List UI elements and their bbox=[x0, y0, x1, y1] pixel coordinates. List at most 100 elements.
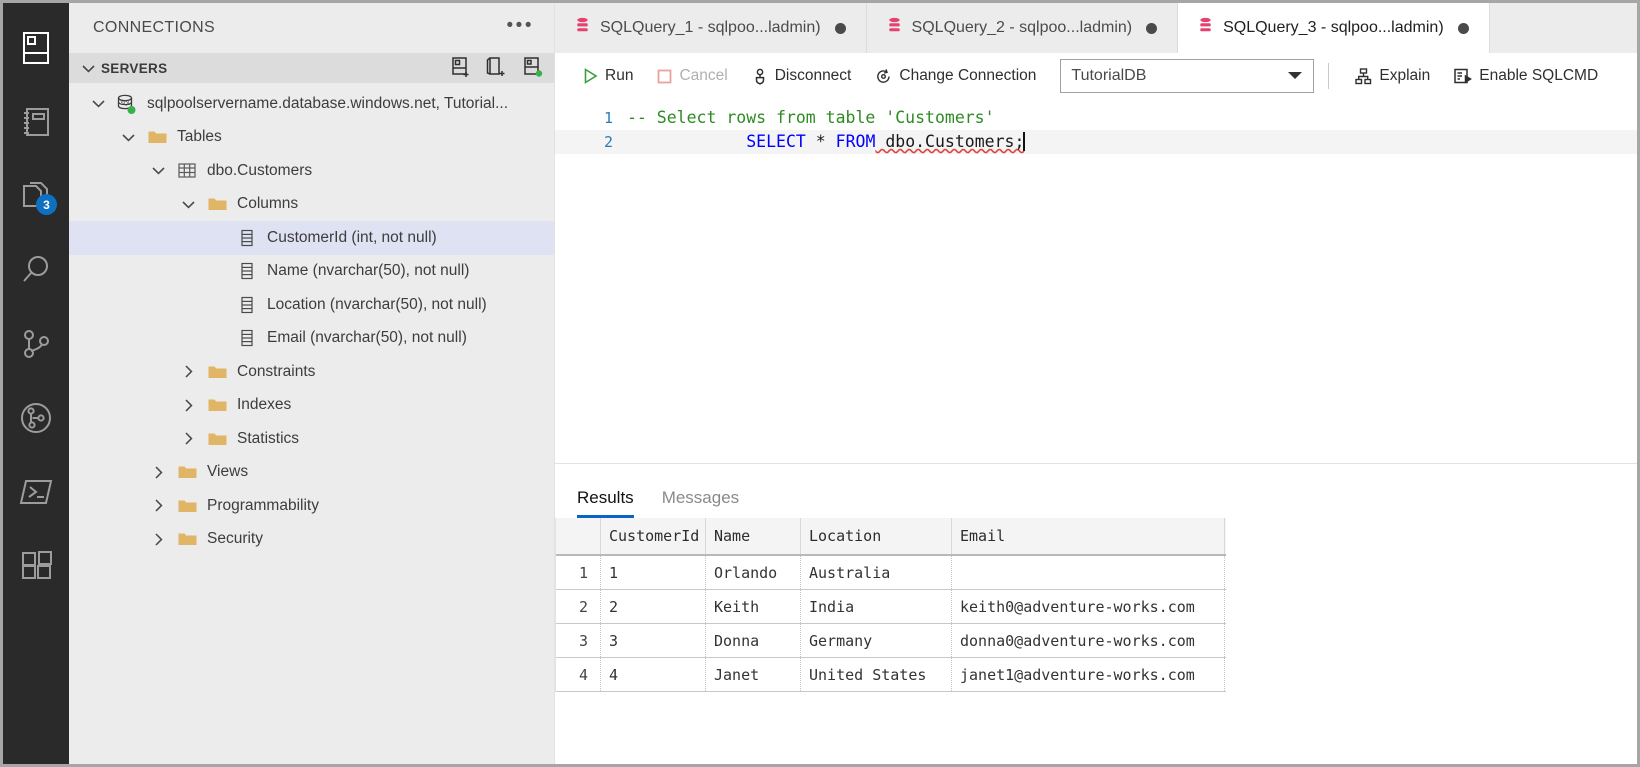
editor-tab[interactable]: SQLQuery_3 - sqlpoo...ladmin) bbox=[1178, 3, 1490, 53]
activity-terminal-icon[interactable] bbox=[3, 455, 69, 529]
table-cell[interactable]: Donna bbox=[706, 624, 801, 657]
change-connection-label: Change Connection bbox=[899, 67, 1037, 84]
activity-notebooks-icon[interactable] bbox=[3, 85, 69, 159]
table-cell[interactable]: 4 bbox=[601, 658, 706, 691]
editor-scrollbar[interactable] bbox=[1627, 150, 1637, 463]
column-header[interactable]: Location bbox=[801, 518, 952, 554]
table-cell[interactable]: 2 bbox=[601, 590, 706, 623]
tree-item-label: Location (nvarchar(50), not null) bbox=[267, 295, 487, 313]
table-cell[interactable] bbox=[952, 556, 1225, 589]
tree-item[interactable]: dbo.Customers bbox=[69, 154, 554, 188]
new-query-icon[interactable] bbox=[486, 56, 508, 81]
chevron-down-icon[interactable] bbox=[173, 200, 203, 209]
sql-editor[interactable]: 1 -- Select rows from table 'Customers' … bbox=[555, 100, 1637, 463]
disconnect-button[interactable]: Disconnect bbox=[740, 60, 864, 92]
activity-extensions-icon[interactable] bbox=[3, 529, 69, 603]
table-cell[interactable]: 1 bbox=[601, 556, 706, 589]
activity-explorer-icon[interactable]: 3 bbox=[3, 159, 69, 233]
table-cell[interactable]: Australia bbox=[801, 556, 952, 589]
column-header[interactable] bbox=[556, 518, 601, 554]
column-header[interactable]: Name bbox=[706, 518, 801, 554]
tree-item[interactable]: CustomerId (int, not null) bbox=[69, 221, 554, 255]
servers-actions bbox=[450, 56, 548, 81]
table-cell[interactable]: keith0@adventure-works.com bbox=[952, 590, 1225, 623]
column-header[interactable]: Email bbox=[952, 518, 1225, 554]
unsaved-dot-icon[interactable] bbox=[1146, 22, 1158, 34]
change-connection-button[interactable]: Change Connection bbox=[863, 60, 1048, 92]
table-row[interactable]: 1 1 Orlando Australia bbox=[556, 556, 1226, 590]
query-file-icon bbox=[1198, 17, 1213, 40]
tree-item[interactable]: Name (nvarchar(50), not null) bbox=[69, 255, 554, 289]
tree-item[interactable]: Columns bbox=[69, 188, 554, 222]
disconnect-label: Disconnect bbox=[774, 67, 852, 84]
activity-connections-icon[interactable] bbox=[3, 11, 69, 85]
database-dropdown[interactable]: TutorialDB bbox=[1060, 59, 1315, 93]
tree-item[interactable]: Indexes bbox=[69, 389, 554, 423]
results-grid[interactable]: CustomerId Name Location Email 1 1 Orlando Aus… bbox=[555, 518, 1226, 692]
table-cell[interactable]: janet1@adventure-works.com bbox=[952, 658, 1225, 691]
enable-sqlcmd-button[interactable]: Enable SQLCMD bbox=[1442, 60, 1610, 92]
results-tab[interactable]: Messages bbox=[662, 488, 739, 518]
table-row[interactable]: 4 4 Janet United States janet1@adventure-wor… bbox=[556, 658, 1226, 692]
activity-source-control-icon[interactable] bbox=[3, 307, 69, 381]
chevron-right-icon[interactable] bbox=[173, 432, 203, 445]
explain-button[interactable]: Explain bbox=[1343, 60, 1442, 92]
tree-item[interactable]: Views bbox=[69, 456, 554, 490]
table-cell[interactable]: donna0@adventure-works.com bbox=[952, 624, 1225, 657]
column-header[interactable]: CustomerId bbox=[601, 518, 706, 554]
editor-tab[interactable]: SQLQuery_1 - sqlpoo...ladmin) bbox=[555, 3, 867, 53]
sqldatastudio-window: 3 CONNECTIONS ••• SERVERS SQL sqlpoolser… bbox=[0, 0, 1640, 767]
chevron-down-icon[interactable] bbox=[113, 133, 143, 142]
editor-tab[interactable]: SQLQuery_2 - sqlpoo...ladmin) bbox=[866, 3, 1179, 53]
chevron-right-icon[interactable] bbox=[143, 499, 173, 512]
tree-item[interactable]: Location (nvarchar(50), not null) bbox=[69, 288, 554, 322]
run-button[interactable]: Run bbox=[571, 60, 645, 92]
code-line-2: 2 SELECT * FROM dbo.Customers; bbox=[555, 130, 1637, 154]
unsaved-dot-icon[interactable] bbox=[1457, 22, 1469, 34]
row-number: 3 bbox=[556, 624, 601, 657]
table-cell[interactable]: United States bbox=[801, 658, 952, 691]
chevron-down-icon[interactable] bbox=[143, 166, 173, 175]
tree-item[interactable]: Statistics bbox=[69, 422, 554, 456]
unsaved-dot-icon[interactable] bbox=[834, 22, 846, 34]
tree-item[interactable]: Programmability bbox=[69, 489, 554, 523]
results-tab[interactable]: Results bbox=[577, 488, 634, 518]
column-icon bbox=[233, 229, 261, 247]
tree-item[interactable]: Email (nvarchar(50), not null) bbox=[69, 322, 554, 356]
tree-item-label: Views bbox=[207, 463, 249, 481]
tree-item-label: Indexes bbox=[237, 396, 292, 414]
table-cell[interactable]: Janet bbox=[706, 658, 801, 691]
cancel-button[interactable]: Cancel bbox=[645, 60, 739, 92]
row-number: 4 bbox=[556, 658, 601, 691]
table-row[interactable]: 3 3 Donna Germany donna0@adventure-works.com bbox=[556, 624, 1226, 658]
tree-item[interactable]: Security bbox=[69, 523, 554, 557]
plug-icon bbox=[755, 68, 764, 85]
servers-section-header[interactable]: SERVERS bbox=[69, 53, 554, 83]
activity-search-icon[interactable] bbox=[3, 233, 69, 307]
enable-sqlcmd-label: Enable SQLCMD bbox=[1479, 67, 1599, 84]
sidebar-title-label: CONNECTIONS bbox=[93, 19, 216, 36]
sidebar-more-icon[interactable]: ••• bbox=[507, 16, 534, 41]
table-cell[interactable]: Orlando bbox=[706, 556, 801, 589]
tree-item[interactable]: Tables bbox=[69, 121, 554, 155]
chevron-right-icon[interactable] bbox=[143, 533, 173, 546]
tree-item[interactable]: Constraints bbox=[69, 355, 554, 389]
chevron-right-icon[interactable] bbox=[143, 466, 173, 479]
tree-item[interactable]: SQL sqlpoolservername.database.windows.ne… bbox=[69, 87, 554, 121]
sql-star: * bbox=[805, 132, 836, 151]
table-row[interactable]: 2 2 Keith India keith0@adventure-works.com bbox=[556, 590, 1226, 624]
results-grid-body: 1 1 Orlando Australia 2 2 Keith India keith0@adv… bbox=[556, 556, 1226, 692]
activity-git-graph-icon[interactable] bbox=[3, 381, 69, 455]
chevron-right-icon[interactable] bbox=[173, 365, 203, 378]
new-connection-icon[interactable] bbox=[450, 56, 472, 81]
chevron-right-icon[interactable] bbox=[173, 399, 203, 412]
chevron-down-icon[interactable] bbox=[83, 99, 113, 108]
table-cell[interactable]: India bbox=[801, 590, 952, 623]
table-cell[interactable]: Keith bbox=[706, 590, 801, 623]
table-cell[interactable]: Germany bbox=[801, 624, 952, 657]
new-server-group-icon[interactable] bbox=[522, 56, 544, 81]
sql-code[interactable]: 1 -- Select rows from table 'Customers' … bbox=[555, 100, 1637, 154]
database-dropdown-value: TutorialDB bbox=[1071, 67, 1147, 84]
table-cell[interactable]: 3 bbox=[601, 624, 706, 657]
stop-icon bbox=[658, 69, 672, 83]
